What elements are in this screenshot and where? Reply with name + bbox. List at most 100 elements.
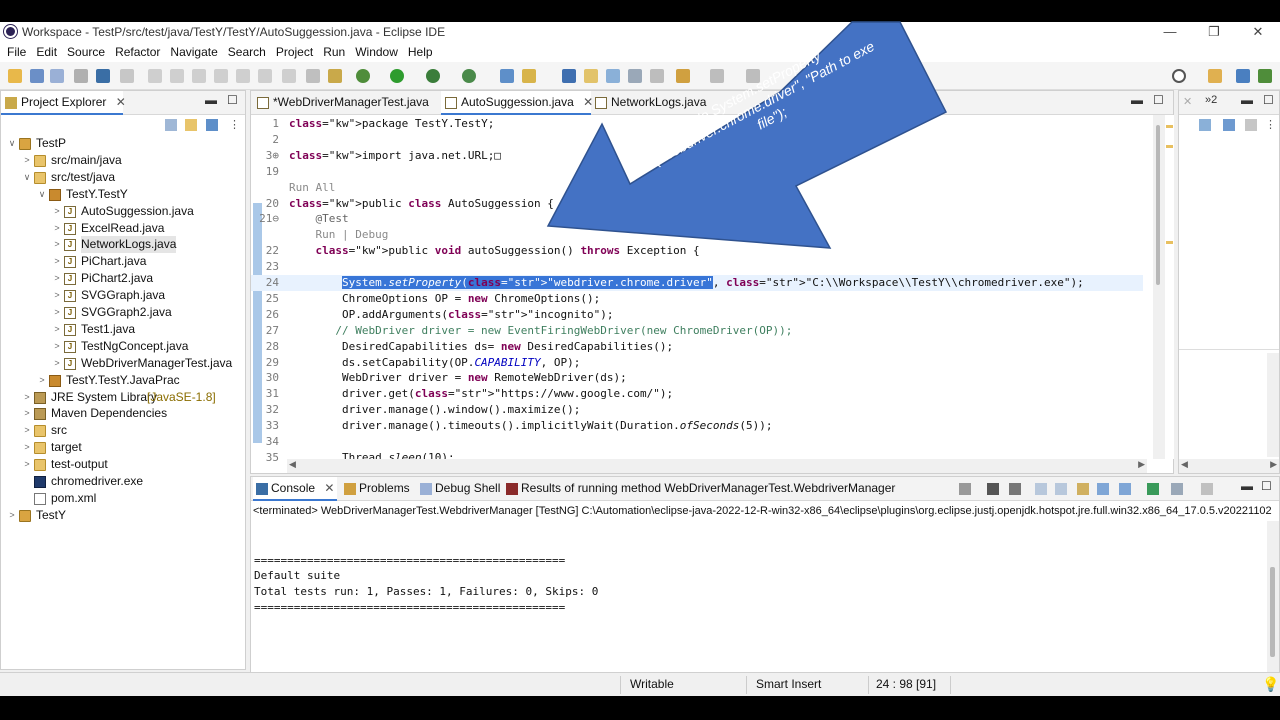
tab-debug-shell[interactable]: Debug Shell — [417, 477, 500, 501]
resume-icon[interactable] — [148, 69, 162, 83]
code-line[interactable]: 26 OP.addArguments(class="str">"incognit… — [251, 307, 1143, 323]
chevron-right-icon[interactable]: > — [52, 355, 62, 372]
code-line[interactable]: 33 driver.manage().timeouts().implicitly… — [251, 418, 1143, 434]
menu-file[interactable]: File — [2, 45, 31, 59]
close-window-button[interactable]: ✕ — [1236, 22, 1280, 42]
chevron-right-icon[interactable]: > — [7, 507, 17, 524]
restore-button[interactable]: ❐ — [1192, 22, 1236, 42]
tree-item[interactable]: > J SVGGraph2.java — [1, 304, 241, 321]
scroll-left-icon[interactable]: ◀ — [289, 459, 296, 470]
chevron-right-icon[interactable]: > — [52, 203, 62, 220]
editor-horizontal-scrollbar[interactable]: ◀ ▶ — [287, 459, 1147, 473]
open-type-icon[interactable] — [562, 69, 576, 83]
tab-problems[interactable]: Problems — [341, 477, 410, 501]
collapse-all-icon[interactable] — [165, 119, 177, 131]
maximize-view-icon[interactable]: ☐ — [1263, 93, 1274, 107]
tree-item[interactable]: chromedriver.exe — [1, 473, 241, 490]
code-line[interactable]: 24 System.setProperty(class="str">"webdr… — [251, 275, 1143, 291]
code-editor[interactable]: 1 class="kw">package TestY.TestY; 2 3⊕ class… — [251, 115, 1173, 464]
console-scroll-thumb[interactable] — [1270, 567, 1275, 657]
tree-item[interactable]: > src/main/java — [1, 152, 241, 169]
toggle-block-icon[interactable] — [628, 69, 642, 83]
scroll-left-icon[interactable]: ◀ — [1181, 459, 1188, 470]
drop-to-frame-icon[interactable] — [282, 69, 296, 83]
tree-item[interactable]: > J WebDriverManagerTest.java — [1, 355, 241, 372]
external-tools-icon[interactable] — [462, 69, 476, 83]
code-line[interactable]: 31 driver.get(class="str">"https://www.g… — [251, 386, 1143, 402]
tab-testng-results[interactable]: Results of running method WebDriverManag… — [503, 477, 895, 501]
chevron-right-icon[interactable]: > — [22, 439, 32, 456]
close-icon[interactable]: ✕ — [324, 481, 334, 495]
chevron-right-icon[interactable]: > — [22, 152, 32, 169]
editor-scroll-thumb[interactable] — [1156, 125, 1160, 285]
tree-item[interactable]: > J PiChart2.java — [1, 270, 241, 287]
chevron-right-icon[interactable]: > — [52, 270, 62, 287]
view-menu-icon[interactable]: ⋮ — [229, 119, 241, 131]
tree-item[interactable]: > J Test1.java — [1, 321, 241, 338]
chevron-right-icon[interactable]: > — [37, 372, 47, 389]
code-line[interactable]: 25 ChromeOptions OP = new ChromeOptions(… — [251, 291, 1143, 307]
step-into-icon[interactable] — [214, 69, 228, 83]
suspend-icon[interactable] — [170, 69, 184, 83]
show-on-stdout-icon[interactable] — [1097, 483, 1109, 495]
tree-item[interactable]: pom.xml — [1, 490, 241, 507]
chevron-right-icon[interactable]: > — [22, 405, 32, 422]
menu-help[interactable]: Help — [403, 45, 438, 59]
save-icon[interactable] — [30, 69, 44, 83]
hidden-views-icon[interactable]: »2 — [1205, 94, 1217, 106]
chevron-right-icon[interactable]: > — [52, 253, 62, 270]
code-line[interactable]: 21⊖ @Test — [251, 211, 1143, 227]
tree-item[interactable]: ∨ TestP — [1, 135, 241, 152]
minimize-view-icon[interactable]: ▬ — [205, 93, 217, 107]
display-console-icon[interactable] — [1171, 483, 1183, 495]
terminal-icon[interactable] — [96, 69, 110, 83]
new-java-package-icon[interactable] — [500, 69, 514, 83]
terminate-icon[interactable] — [959, 483, 971, 495]
tab-autosuggession[interactable]: AutoSuggession.java ✕ — [441, 91, 593, 115]
run-coverage-icon[interactable] — [426, 69, 440, 83]
tree-item[interactable]: > J PiChart.java — [1, 253, 241, 270]
code-line[interactable]: 20 class="kw">public class AutoSuggession… — [251, 196, 1143, 212]
code-line[interactable]: Run | Debug — [251, 227, 1143, 243]
menu-window[interactable]: Window — [350, 45, 403, 59]
maximize-view-icon[interactable]: ☐ — [227, 93, 238, 107]
tree-item[interactable]: > src — [1, 422, 241, 439]
maximize-view-icon[interactable]: ☐ — [1153, 93, 1164, 107]
code-line[interactable]: 30 WebDriver driver = new RemoteWebDrive… — [251, 370, 1143, 386]
tree-item[interactable]: > J NetworkLogs.java — [1, 236, 241, 254]
tree-item[interactable]: > JRE System Library [JavaSE-1.8] — [1, 389, 241, 406]
skip-breakpoints-icon[interactable] — [120, 69, 134, 83]
open-console-icon[interactable] — [1201, 483, 1213, 495]
menu-run[interactable]: Run — [318, 45, 350, 59]
tree-item[interactable]: > J AutoSuggession.java — [1, 203, 241, 220]
minimize-button[interactable]: — — [1148, 22, 1192, 42]
terminate-icon[interactable] — [192, 69, 206, 83]
minimize-view-icon[interactable]: ▬ — [1131, 93, 1143, 107]
code-line[interactable]: 29 ds.setCapability(OP.CAPABILITY, OP); — [251, 355, 1143, 371]
menu-edit[interactable]: Edit — [31, 45, 62, 59]
code-line[interactable]: 23 — [251, 259, 1143, 275]
console-vertical-scrollbar[interactable] — [1267, 521, 1279, 673]
scroll-lock-icon[interactable] — [1055, 483, 1067, 495]
chevron-right-icon[interactable]: > — [22, 456, 32, 473]
maximize-view-icon[interactable]: ☐ — [1261, 479, 1272, 493]
tab-webdrivermanagertest[interactable]: *WebDriverManagerTest.java — [253, 91, 437, 115]
sort-icon[interactable] — [1199, 119, 1211, 131]
tree-item[interactable]: > target — [1, 439, 241, 456]
close-icon[interactable]: ✕ — [116, 95, 126, 109]
code-line[interactable]: 34 — [251, 434, 1143, 450]
filter-icon[interactable] — [206, 119, 218, 131]
coverage-icon[interactable] — [328, 69, 342, 83]
tree-item[interactable]: > TestY — [1, 507, 241, 524]
pilcrow-icon[interactable] — [650, 69, 664, 83]
tree-item[interactable]: ∨ TestY.TestY — [1, 186, 241, 203]
print-icon[interactable] — [74, 69, 88, 83]
chevron-right-icon[interactable]: > — [52, 304, 62, 321]
link-with-editor-icon[interactable] — [185, 119, 197, 131]
next-annotation-icon[interactable] — [676, 69, 690, 83]
close-icon[interactable]: ✕ — [1183, 95, 1192, 108]
chevron-right-icon[interactable]: > — [52, 220, 62, 237]
new-java-class-icon[interactable] — [522, 69, 536, 83]
tree-item[interactable]: > TestY.TestY.JavaPrac — [1, 372, 241, 389]
open-perspective-icon[interactable] — [1208, 69, 1222, 83]
